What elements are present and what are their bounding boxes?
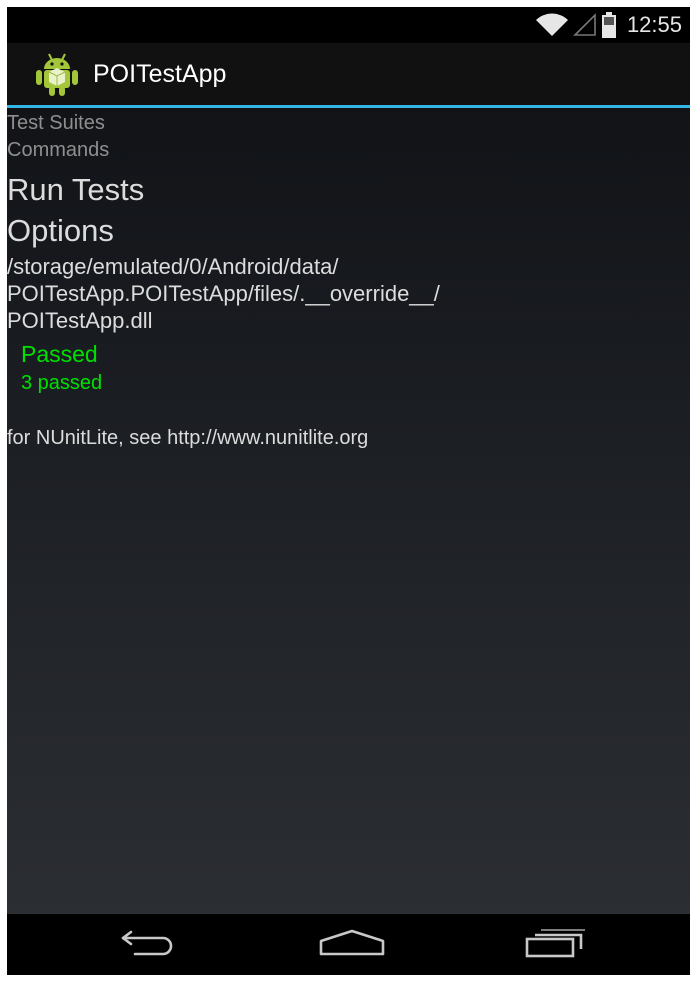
assembly-path-line: POITestApp.POITestApp/files/.__override_…	[7, 281, 440, 306]
commands-link[interactable]: Commands	[7, 137, 690, 164]
home-button[interactable]	[317, 928, 387, 962]
clock: 12:55	[626, 12, 682, 37]
device-screen: 12:55 POITestApp Test Suites Commands Ru…	[7, 7, 690, 975]
result-count: 3 passed	[21, 372, 103, 394]
nunitlite-note: for NUnitLite, see http://www.nunitlite.…	[7, 427, 369, 449]
assembly-path-line: POITestApp.dll	[7, 308, 153, 333]
navigation-bar	[7, 914, 690, 975]
back-button[interactable]	[115, 928, 185, 962]
main-content: Test Suites Commands Run Tests Options /…	[7, 108, 690, 914]
home-icon	[318, 928, 386, 963]
battery-icon	[601, 12, 617, 38]
test-suites-link[interactable]: Test Suites	[7, 110, 690, 137]
back-icon	[119, 928, 181, 963]
android-app-icon[interactable]	[33, 50, 81, 98]
options-button[interactable]: Options	[7, 210, 690, 251]
run-tests-button[interactable]: Run Tests	[7, 169, 690, 210]
assembly-path-line: /storage/emulated/0/Android/data/	[7, 254, 339, 279]
wifi-icon	[535, 12, 569, 38]
assembly-path: /storage/emulated/0/Android/data/ POITes…	[7, 253, 690, 334]
action-bar: POITestApp	[7, 43, 690, 108]
result-status[interactable]: Passed	[7, 339, 690, 369]
status-icons: 12:55	[535, 7, 690, 43]
app-title: POITestApp	[93, 59, 227, 88]
status-bar: 12:55	[7, 7, 690, 43]
recents-icon	[523, 927, 587, 964]
recents-button[interactable]	[520, 928, 590, 962]
signal-icon	[573, 13, 597, 37]
